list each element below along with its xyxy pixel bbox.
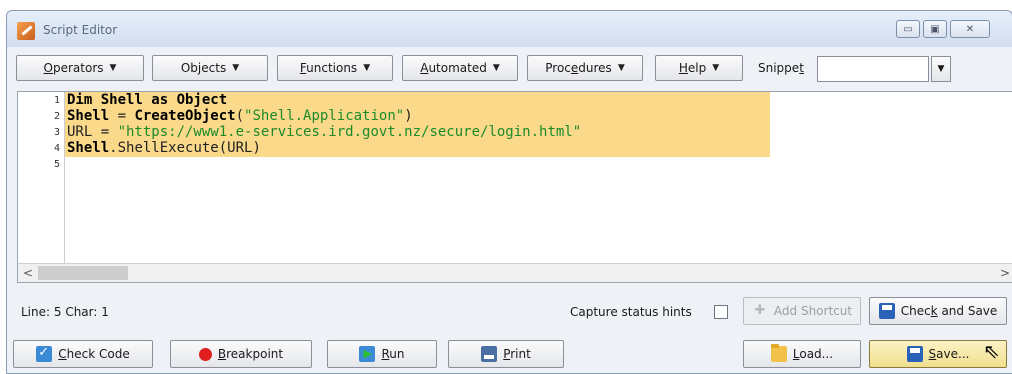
check-and-save-label: Check and Save [900, 304, 998, 318]
window-title: Script Editor [43, 23, 118, 37]
folder-icon [770, 344, 787, 362]
load-button[interactable]: Load... [743, 340, 861, 368]
breakpoint-button[interactable]: Breakpoint [170, 340, 312, 368]
add-shortcut-label: Add Shortcut [773, 304, 853, 318]
functions-menu-button[interactable]: Functions ▼ [277, 55, 393, 81]
cursor-position: Line: 5 Char: 1 [21, 305, 109, 319]
chevron-down-icon: ▼ [617, 63, 625, 73]
app-icon [17, 22, 35, 40]
functions-label: Functions [299, 61, 358, 75]
code-line-1[interactable]: Dim Shell as Object [67, 92, 227, 108]
chevron-down-icon: ▼ [232, 63, 240, 73]
line-number: 1 [53, 95, 60, 106]
automated-label: Automated [420, 61, 487, 75]
save-label: Save... [928, 347, 970, 361]
code-line-2[interactable]: Shell = CreateObject("Shell.Application"… [67, 108, 413, 124]
operators-label: Operators [43, 61, 104, 75]
chevron-down-icon: ▼ [492, 63, 500, 73]
breakpoint-label: Breakpoint [217, 347, 284, 361]
objects-label: Objects [180, 61, 227, 75]
chevron-down-icon: ▼ [937, 64, 945, 74]
snippet-dropdown-button[interactable]: ▼ [931, 56, 951, 82]
close-button[interactable]: ✕ [950, 20, 990, 38]
save-icon [878, 303, 895, 319]
scrollbar-thumb[interactable] [38, 266, 128, 280]
automated-menu-button[interactable]: Automated ▼ [402, 55, 518, 81]
load-label: Load... [792, 347, 834, 361]
capture-status-hints-label: Capture status hints [570, 305, 692, 319]
objects-menu-button[interactable]: Objects ▼ [152, 55, 268, 81]
title-bar[interactable]: Script Editor ▭ ▣ ✕ [7, 11, 1012, 47]
shortcut-icon: ✚ [754, 303, 766, 318]
record-icon [198, 347, 212, 361]
help-label: Help [678, 61, 707, 75]
script-editor-window: Script Editor ▭ ▣ ✕ Operators ▼ Objects … [6, 10, 1012, 374]
chevron-down-icon: ▼ [109, 63, 117, 73]
scroll-left-icon[interactable]: < [23, 266, 33, 280]
line-number: 3 [53, 127, 60, 138]
line-number: 2 [53, 111, 60, 122]
procedures-label: Procedures [545, 61, 612, 75]
add-shortcut-button[interactable]: ✚ Add Shortcut [743, 297, 861, 325]
chevron-down-icon: ▼ [712, 63, 720, 73]
scroll-right-icon[interactable]: > [1000, 266, 1010, 280]
mouse-pointer-icon: ⇖ [983, 339, 1000, 363]
line-number-gutter: 1 2 3 4 5 [18, 92, 64, 264]
print-button[interactable]: Print [448, 340, 564, 368]
run-icon [359, 346, 376, 362]
printer-icon [481, 346, 498, 362]
code-line-4[interactable]: Shell.ShellExecute(URL) [67, 140, 261, 156]
check-code-button[interactable]: Check Code [13, 340, 153, 368]
horizontal-scrollbar[interactable]: < > [18, 263, 1012, 282]
run-label: Run [381, 347, 405, 361]
run-button[interactable]: Run [327, 340, 437, 368]
line-number: 4 [53, 143, 60, 154]
procedures-menu-button[interactable]: Procedures ▼ [527, 55, 643, 81]
code-line-3[interactable]: URL = "https://www1.e-services.ird.govt.… [67, 124, 581, 140]
snippet-input[interactable] [817, 56, 929, 82]
check-code-label: Check Code [58, 347, 130, 361]
snippet-label: Snippet [758, 61, 804, 75]
help-menu-button[interactable]: Help ▼ [655, 55, 743, 81]
maximize-button[interactable]: ▣ [923, 20, 947, 38]
minimize-button[interactable]: ▭ [896, 20, 920, 38]
save-icon [906, 346, 923, 362]
chevron-down-icon: ▼ [363, 63, 371, 73]
capture-status-hints-checkbox[interactable] [714, 305, 728, 319]
check-and-save-button[interactable]: Check and Save [869, 297, 1007, 325]
operators-menu-button[interactable]: Operators ▼ [16, 55, 144, 81]
toolbar: Operators ▼ Objects ▼ Functions ▼ Automa… [7, 55, 1012, 83]
print-label: Print [503, 347, 531, 361]
line-number: 5 [53, 159, 60, 170]
code-editor[interactable]: 1 2 3 4 5 Dim Shell as Object Shell = Cr… [17, 91, 1012, 283]
check-code-icon [36, 345, 53, 362]
